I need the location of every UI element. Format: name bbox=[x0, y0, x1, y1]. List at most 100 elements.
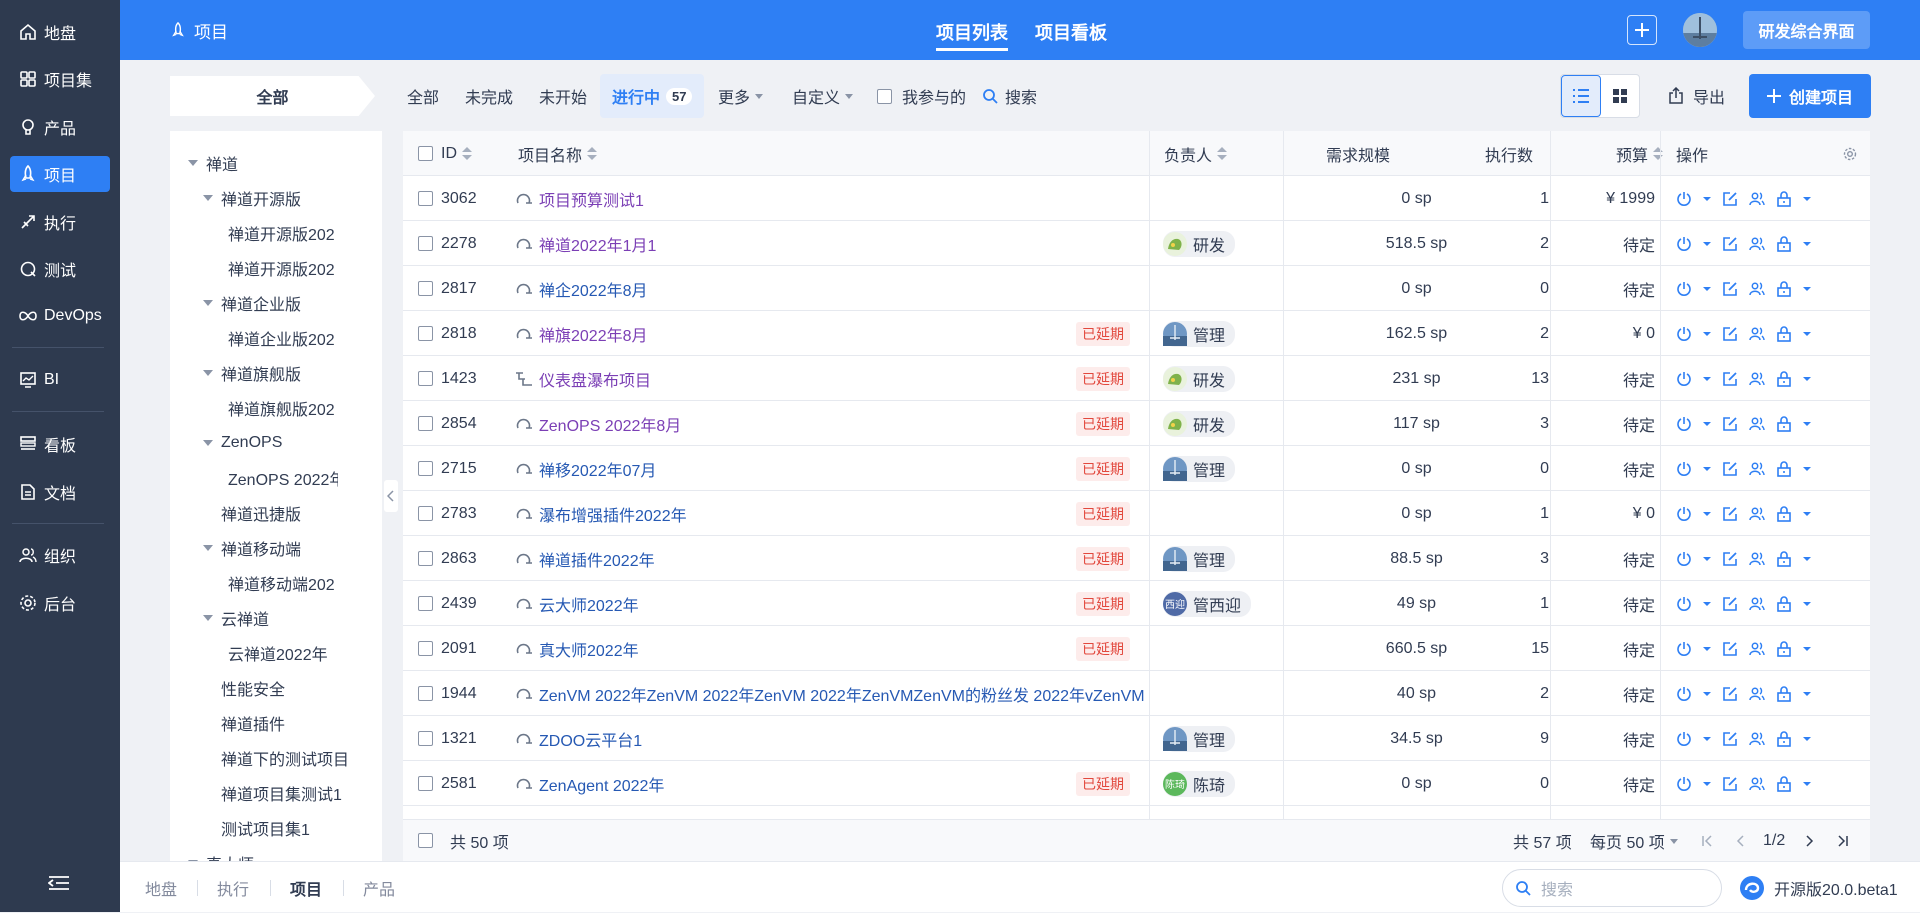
row-checkbox[interactable] bbox=[418, 446, 433, 491]
tree-node[interactable]: 禅道开源版 bbox=[203, 188, 301, 209]
edit-icon[interactable] bbox=[1721, 730, 1739, 748]
tree-node[interactable]: 禅道企业版 bbox=[203, 293, 301, 314]
table-row[interactable]: 2278 禅道2022年1月1 研发 518.5 sp 2 待定 bbox=[403, 221, 1870, 266]
owner-chip[interactable]: 管理 bbox=[1163, 311, 1236, 356]
chevron-down-icon[interactable] bbox=[1802, 736, 1812, 742]
table-row[interactable]: 1321 ZDOO云平台1 管理 34.5 sp 9 待定 bbox=[403, 716, 1870, 761]
owner-chip[interactable]: 西迎 管西迎 bbox=[1163, 581, 1252, 626]
next-page-icon[interactable] bbox=[1803, 835, 1815, 847]
project-name-link[interactable]: ZDOO云平台1 bbox=[539, 716, 642, 761]
start-icon[interactable] bbox=[1675, 235, 1693, 253]
project-name-link[interactable]: 禅旗2022年8月 bbox=[539, 311, 648, 356]
tree-node[interactable]: 云禅道2022年 bbox=[228, 643, 328, 664]
col-budget[interactable]: 预算 bbox=[1616, 131, 1664, 176]
team-icon[interactable] bbox=[1748, 415, 1766, 433]
chevron-down-icon[interactable] bbox=[1802, 196, 1812, 202]
export-button[interactable]: 导出 bbox=[1667, 74, 1725, 118]
sidebar-item-product[interactable]: 产品 bbox=[10, 109, 110, 145]
lock-icon[interactable] bbox=[1775, 685, 1793, 703]
search-toggle[interactable]: 搜索 bbox=[982, 74, 1037, 118]
owner-chip[interactable]: 研发 bbox=[1163, 356, 1236, 401]
row-checkbox[interactable] bbox=[418, 356, 433, 401]
caret-down-icon[interactable] bbox=[188, 160, 198, 166]
lock-icon[interactable] bbox=[1775, 775, 1793, 793]
chevron-down-icon[interactable] bbox=[1802, 781, 1812, 787]
start-icon[interactable] bbox=[1675, 460, 1693, 478]
start-icon[interactable] bbox=[1675, 370, 1693, 388]
lock-icon[interactable] bbox=[1775, 730, 1793, 748]
tab-all[interactable]: 全部 bbox=[407, 74, 439, 118]
owner-chip[interactable]: 陈琦 陈琦 bbox=[1163, 761, 1236, 806]
per-page-dropdown[interactable]: 每页 50 项 bbox=[1590, 820, 1678, 862]
start-icon[interactable] bbox=[1675, 595, 1693, 613]
chevron-down-icon[interactable] bbox=[1702, 331, 1712, 337]
tab-wait[interactable]: 未开始 bbox=[539, 74, 587, 118]
project-name-link[interactable]: 项目预算测试1 bbox=[539, 176, 644, 221]
sidebar-item-admin[interactable]: 后台 bbox=[10, 585, 110, 621]
all-programs-selector[interactable]: 全部 bbox=[170, 76, 375, 116]
col-name[interactable]: 项目名称 bbox=[518, 131, 598, 176]
chevron-down-icon[interactable] bbox=[1802, 691, 1812, 697]
lock-icon[interactable] bbox=[1775, 370, 1793, 388]
owner-chip[interactable]: 管理 bbox=[1163, 446, 1236, 491]
tree-node[interactable]: 禅道项目集测试1 bbox=[221, 783, 342, 804]
chevron-down-icon[interactable] bbox=[1802, 601, 1812, 607]
tree-node[interactable]: 禅道迅捷版 bbox=[221, 503, 301, 524]
team-icon[interactable] bbox=[1748, 550, 1766, 568]
table-row[interactable]: 2854 ZenOPS 2022年8月 已延期 研发 117 sp 3 待定 bbox=[403, 401, 1870, 446]
sidebar-item-kanban[interactable]: 看板 bbox=[10, 426, 110, 462]
caret-down-icon[interactable] bbox=[203, 300, 213, 306]
start-icon[interactable] bbox=[1675, 685, 1693, 703]
select-all-checkbox[interactable] bbox=[418, 131, 433, 176]
sidebar-item-dashboard[interactable]: 地盘 bbox=[10, 14, 110, 50]
team-icon[interactable] bbox=[1748, 775, 1766, 793]
caret-down-icon[interactable] bbox=[203, 195, 213, 201]
edit-icon[interactable] bbox=[1721, 775, 1739, 793]
chevron-down-icon[interactable] bbox=[1702, 511, 1712, 517]
start-icon[interactable] bbox=[1675, 775, 1693, 793]
rd-interface-button[interactable]: 研发综合界面 bbox=[1743, 11, 1870, 49]
tree-node[interactable]: 禅道旗舰版 bbox=[203, 363, 301, 384]
lock-icon[interactable] bbox=[1775, 325, 1793, 343]
tree-node[interactable]: 禅道企业版202 bbox=[228, 328, 335, 349]
row-checkbox[interactable] bbox=[418, 176, 433, 221]
first-page-icon[interactable] bbox=[1701, 835, 1713, 847]
edit-icon[interactable] bbox=[1721, 505, 1739, 523]
version-info[interactable]: 开源版20.0.beta1 bbox=[1738, 862, 1898, 913]
team-icon[interactable] bbox=[1748, 325, 1766, 343]
tree-node[interactable]: 禅道下的测试项目 bbox=[221, 748, 349, 769]
row-checkbox[interactable] bbox=[418, 491, 433, 536]
project-name-link[interactable]: ZenVM 2022年ZenVM 2022年ZenVM 2022年ZenVMZe… bbox=[539, 671, 1145, 716]
col-owner[interactable]: 负责人 bbox=[1164, 131, 1228, 176]
team-icon[interactable] bbox=[1748, 190, 1766, 208]
team-icon[interactable] bbox=[1748, 595, 1766, 613]
table-row[interactable]: 2091 真大师2022年 已延期 660.5 sp 15 待定 bbox=[403, 626, 1870, 671]
caret-down-icon[interactable] bbox=[203, 545, 213, 551]
edit-icon[interactable] bbox=[1721, 640, 1739, 658]
tree-node[interactable]: 测试项目集1 bbox=[221, 818, 310, 839]
start-icon[interactable] bbox=[1675, 730, 1693, 748]
project-name-link[interactable]: 仪表盘瀑布项目 bbox=[539, 356, 651, 401]
chevron-down-icon[interactable] bbox=[1702, 691, 1712, 697]
start-icon[interactable] bbox=[1675, 640, 1693, 658]
tree-node[interactable]: 禅道开源版202 bbox=[228, 258, 335, 279]
project-name-link[interactable]: 禅道插件2022年 bbox=[539, 536, 655, 581]
lock-icon[interactable] bbox=[1775, 280, 1793, 298]
tab-project-list[interactable]: 项目列表 bbox=[936, 19, 1008, 51]
column-settings-icon[interactable] bbox=[1843, 131, 1857, 176]
table-row[interactable]: 2818 禅旗2022年8月 已延期 管理 162.5 sp 2 ¥ 0 bbox=[403, 311, 1870, 356]
project-name-link[interactable]: 瀑布增强插件2022年 bbox=[539, 491, 687, 536]
table-row[interactable]: 3062 项目预算测试1 0 sp 1 ¥ 1999 bbox=[403, 176, 1870, 221]
chevron-down-icon[interactable] bbox=[1802, 466, 1812, 472]
quick-create-button[interactable] bbox=[1627, 15, 1657, 45]
sidebar-item-organization[interactable]: 组织 bbox=[10, 537, 110, 573]
chevron-down-icon[interactable] bbox=[1702, 196, 1712, 202]
chevron-down-icon[interactable] bbox=[1702, 781, 1712, 787]
edit-icon[interactable] bbox=[1721, 460, 1739, 478]
chevron-down-icon[interactable] bbox=[1702, 736, 1712, 742]
chevron-down-icon[interactable] bbox=[1802, 241, 1812, 247]
team-icon[interactable] bbox=[1748, 370, 1766, 388]
edit-icon[interactable] bbox=[1721, 235, 1739, 253]
owner-chip[interactable]: 管理 bbox=[1163, 716, 1236, 761]
edit-icon[interactable] bbox=[1721, 550, 1739, 568]
